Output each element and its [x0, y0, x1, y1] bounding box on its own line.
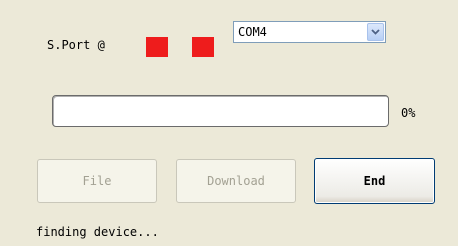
status-text: finding device... [36, 225, 159, 239]
port-select[interactable]: COM4 [233, 21, 386, 43]
end-button[interactable]: End [314, 158, 435, 204]
file-button[interactable]: File [37, 159, 157, 203]
serial-port-label: S.Port @ [47, 38, 105, 52]
status-indicator-2 [192, 37, 214, 57]
port-select-value: COM4 [238, 25, 267, 39]
progress-percent: 0% [401, 106, 416, 120]
download-button[interactable]: Download [176, 159, 296, 203]
progress-bar [52, 95, 389, 127]
status-indicator-1 [146, 37, 168, 57]
chevron-down-icon[interactable] [367, 23, 384, 41]
